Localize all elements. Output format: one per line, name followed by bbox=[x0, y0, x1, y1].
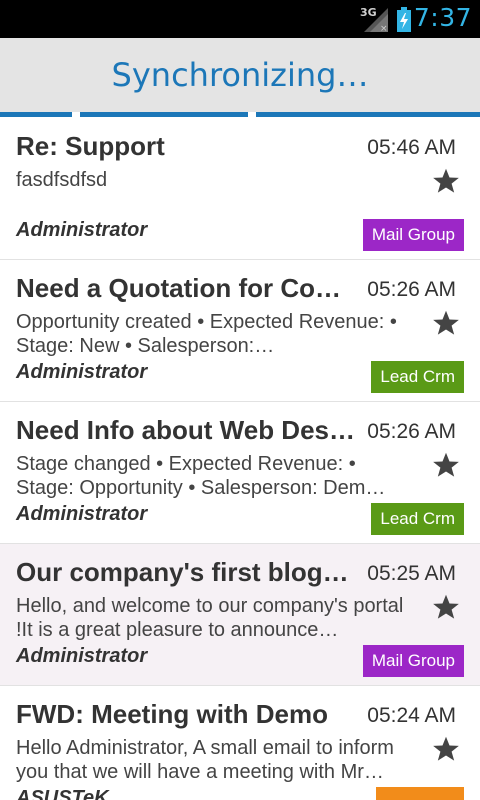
message-author: ASUSTeK bbox=[16, 787, 109, 800]
action-bar: Synchronizing… bbox=[0, 38, 480, 112]
message-item[interactable]: Need a Quotation for Com… 05:26 AM Oppor… bbox=[0, 260, 480, 402]
message-tag: Mail Group bbox=[362, 645, 464, 677]
message-subject: Our company's first blog-… bbox=[16, 557, 356, 587]
message-preview: Stage changed • Expected Revenue: • Stag… bbox=[16, 453, 386, 499]
message-tag: Mail Group bbox=[362, 219, 464, 251]
clock: 7:37 bbox=[413, 3, 472, 32]
star-icon[interactable] bbox=[432, 735, 460, 763]
message-item[interactable]: Our company's first blog-… 05:25 AM Hell… bbox=[0, 544, 480, 686]
page-title: Synchronizing… bbox=[111, 56, 369, 94]
message-item[interactable]: Need Info about Web Desi… 05:26 AM Stage… bbox=[0, 402, 480, 544]
message-subject: FWD: Meeting with Demo bbox=[16, 699, 328, 729]
battery-charging-icon bbox=[397, 7, 411, 32]
message-author: Administrator bbox=[16, 361, 148, 383]
status-bar: 3G × 7:37 bbox=[0, 0, 480, 38]
message-preview: Hello Administrator, A small email to in… bbox=[16, 737, 394, 783]
message-time: 05:24 AM bbox=[367, 704, 456, 727]
progress-segment bbox=[80, 112, 248, 117]
message-item[interactable]: FWD: Meeting with Demo 05:24 AM Hello Ad… bbox=[0, 686, 480, 800]
message-tag: Lead Crm bbox=[371, 361, 464, 393]
message-author: Administrator bbox=[16, 219, 148, 241]
message-item[interactable]: Re: Support 05:46 AM fasdfsdfsd Administ… bbox=[0, 118, 480, 260]
message-time: 05:46 AM bbox=[367, 136, 456, 159]
message-author: Administrator bbox=[16, 645, 148, 667]
message-preview: Opportunity created • Expected Revenue: … bbox=[16, 311, 397, 357]
signal-icon: × bbox=[364, 8, 388, 32]
message-tag: Lead Crm bbox=[371, 503, 464, 535]
message-author: Administrator bbox=[16, 503, 148, 525]
progress-segment bbox=[0, 112, 72, 117]
message-list[interactable]: Re: Support 05:46 AM fasdfsdfsd Administ… bbox=[0, 118, 480, 800]
message-time: 05:25 AM bbox=[367, 562, 456, 585]
star-icon[interactable] bbox=[432, 167, 460, 195]
progress-segment bbox=[256, 112, 480, 117]
message-time: 05:26 AM bbox=[367, 420, 456, 443]
signal-indicator: 3G × bbox=[360, 6, 390, 32]
svg-text:×: × bbox=[380, 24, 388, 32]
message-subject: Need Info about Web Desi… bbox=[16, 415, 356, 445]
message-subject: Need a Quotation for Com… bbox=[16, 273, 356, 303]
star-icon[interactable] bbox=[432, 451, 460, 479]
message-preview: Hello, and welcome to our company's port… bbox=[16, 595, 404, 641]
message-preview: fasdfsdfsd bbox=[16, 169, 108, 191]
message-time: 05:26 AM bbox=[367, 278, 456, 301]
message-subject: Re: Support bbox=[16, 131, 165, 161]
star-icon[interactable] bbox=[432, 309, 460, 337]
star-icon[interactable] bbox=[432, 593, 460, 621]
message-tag bbox=[376, 787, 464, 800]
